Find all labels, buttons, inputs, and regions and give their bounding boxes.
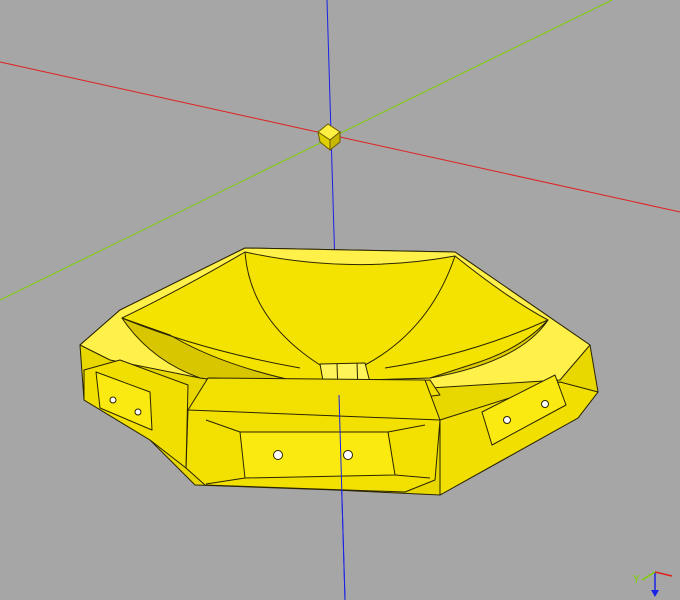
triad-y-label: Y (632, 573, 640, 586)
bowl-model[interactable] (79, 247, 599, 496)
scene-canvas[interactable]: Y (0, 0, 680, 600)
hole-front-2 (343, 450, 353, 460)
hole-left-1 (109, 396, 117, 404)
orientation-triad-icon[interactable]: Y (632, 571, 673, 597)
3d-viewport[interactable]: Y (0, 0, 680, 600)
hole-right-2 (541, 400, 549, 408)
hole-front-1 (273, 450, 283, 460)
hole-left-2 (134, 408, 142, 416)
hole-right-1 (503, 416, 511, 424)
front-block-face (239, 431, 396, 479)
origin-marker-icon[interactable] (317, 123, 341, 152)
